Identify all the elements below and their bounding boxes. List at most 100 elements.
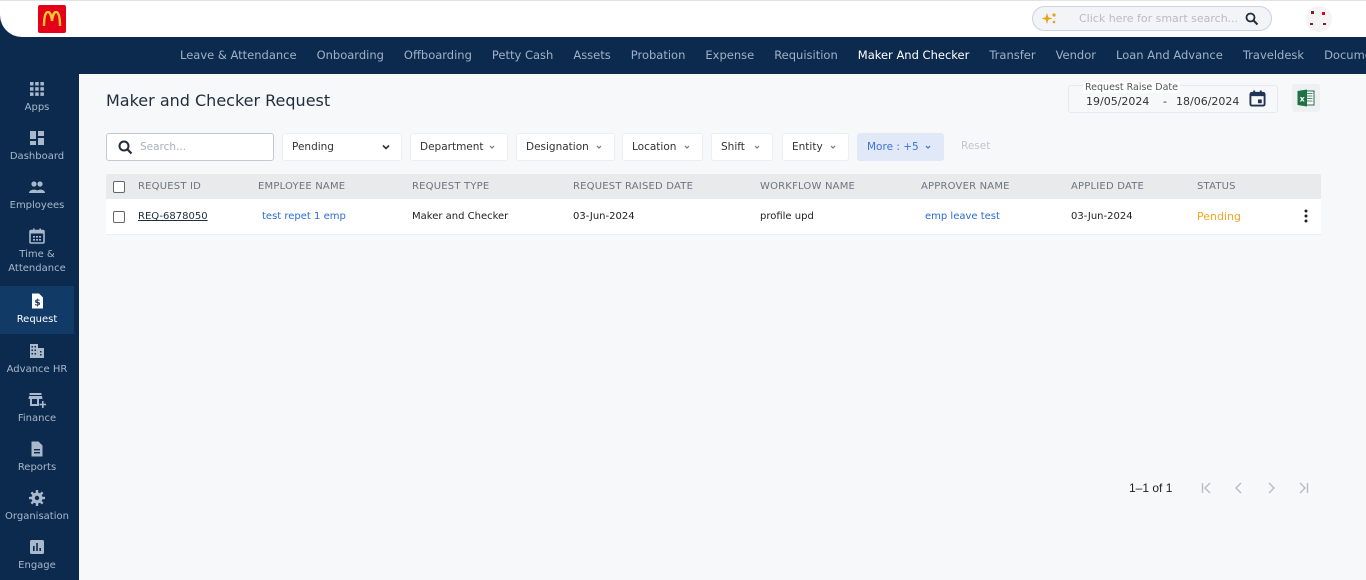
chevron-down-icon [382, 144, 390, 150]
module-nav-petty-cash[interactable]: Petty Cash [482, 48, 563, 62]
sidebar-item-label: Dashboard [9, 151, 65, 162]
company-logo[interactable] [38, 5, 66, 33]
date-separator: - [1163, 95, 1167, 108]
dashboard-icon [30, 131, 44, 145]
search-input[interactable] [140, 141, 260, 153]
module-nav-maker-and-checker[interactable]: Maker And Checker [848, 48, 980, 62]
module-nav-onboarding[interactable]: Onboarding [307, 48, 394, 62]
module-nav-assets[interactable]: Assets [563, 48, 620, 62]
sidebar-item-apps[interactable]: Apps [0, 80, 74, 115]
sidebar-item-engage[interactable]: Engage [0, 538, 74, 573]
shift-filter-label: Shift [721, 141, 745, 153]
chevron-down-icon [596, 145, 602, 149]
smart-search-placeholder: Click here for smart search... [1079, 12, 1239, 25]
module-nav-transfer[interactable]: Transfer [979, 48, 1045, 62]
module-nav-probation[interactable]: Probation [621, 48, 696, 62]
sidebar-item-reports[interactable]: Reports [0, 440, 74, 475]
sidebar-item-label: Request [16, 314, 58, 325]
module-nav-traveldesk[interactable]: Traveldesk [1233, 48, 1314, 62]
bar-chart-icon [30, 540, 44, 554]
entity-filter-label: Entity [792, 141, 823, 153]
location-filter-dropdown[interactable]: Location [622, 133, 703, 161]
more-filters-label: More : +5 [867, 141, 919, 153]
page-title: Maker and Checker Request [106, 91, 331, 110]
column-header-workflow-name[interactable]: WORKFLOW NAME [760, 181, 855, 192]
workflow-name-cell: profile upd [760, 211, 814, 222]
module-nav-vendor[interactable]: Vendor [1046, 48, 1106, 62]
request-dollar-icon: $ [32, 293, 43, 309]
column-header-request-id[interactable]: REQUEST ID [138, 181, 201, 192]
department-filter-dropdown[interactable]: Department [410, 133, 508, 161]
first-page-icon[interactable] [1199, 480, 1215, 496]
select-all-checkbox[interactable] [113, 180, 125, 193]
svg-text:$: $ [34, 299, 40, 309]
request-type-cell: Maker and Checker [412, 211, 509, 222]
module-nav-loan-and-advance[interactable]: Loan And Advance [1106, 48, 1233, 62]
sidebar-item-advance-hr[interactable]: Advance HR [0, 342, 74, 377]
module-nav-offboarding[interactable]: Offboarding [394, 48, 482, 62]
chevron-down-icon [489, 145, 495, 149]
chevron-down-icon [925, 145, 931, 149]
more-filters-dropdown[interactable]: More : +5 [857, 133, 944, 161]
chevron-down-icon [754, 145, 760, 149]
sidebar-item-time-attendance[interactable]: Time & Attendance [0, 227, 74, 276]
user-avatar[interactable] [1306, 6, 1332, 32]
sidebar-item-dashboard[interactable]: Dashboard [0, 129, 74, 164]
approver-name-link[interactable]: emp leave test [925, 211, 1000, 222]
sidebar-item-label: Employees [9, 200, 65, 211]
module-nav-document[interactable]: Document [1314, 48, 1366, 62]
sidebar-item-label: Advance HR [6, 364, 68, 375]
shift-filter-dropdown[interactable]: Shift [711, 133, 773, 161]
sidebar-item-organisation[interactable]: Organisation [0, 489, 74, 524]
request-id-link[interactable]: REQ-6878050 [138, 211, 208, 222]
module-nav: Leave & Attendance Onboarding Offboardin… [170, 37, 1366, 73]
main-content: Maker and Checker Request Request Raise … [79, 74, 1366, 580]
column-header-applied-date[interactable]: APPLIED DATE [1071, 181, 1144, 192]
smart-search-bar[interactable]: Click here for smart search... [1032, 6, 1272, 31]
date-to-input[interactable]: 18/06/2024 [1176, 95, 1239, 108]
document-icon [31, 441, 43, 457]
sidebar-item-label: Reports [17, 462, 57, 473]
calendar-picker-icon[interactable] [1249, 90, 1266, 107]
sidebar-item-label: Time & Attendance [8, 249, 66, 274]
location-filter-label: Location [632, 141, 677, 153]
sidebar-item-label: Finance [17, 413, 57, 424]
reset-filters-button[interactable]: Reset [961, 140, 990, 152]
sidebar-item-employees[interactable]: Employees [0, 178, 74, 213]
column-header-request-raised-date[interactable]: REQUEST RAISED DATE [573, 181, 693, 192]
previous-page-icon[interactable] [1231, 480, 1247, 496]
chevron-down-icon [830, 145, 836, 149]
search-icon [118, 140, 133, 154]
employee-name-link[interactable]: test repet 1 emp [262, 211, 346, 222]
column-header-employee-name[interactable]: EMPLOYEE NAME [258, 181, 345, 192]
column-header-status[interactable]: STATUS [1197, 181, 1236, 192]
sidebar: Apps Dashboard Employees Time & Attendan… [0, 74, 79, 580]
entity-filter-dropdown[interactable]: Entity [782, 133, 849, 161]
request-raise-date-range[interactable]: Request Raise Date 19/05/2024 - 18/06/20… [1068, 82, 1278, 113]
search-icon[interactable] [1245, 12, 1259, 26]
more-actions-icon[interactable] [1301, 208, 1311, 224]
pagination-range: 1–1 of 1 [1129, 481, 1173, 495]
status-badge: Pending [1197, 210, 1241, 223]
module-nav-expense[interactable]: Expense [695, 48, 764, 62]
search-field[interactable] [106, 133, 274, 161]
row-checkbox[interactable] [113, 210, 125, 223]
excel-icon: x [1297, 89, 1315, 107]
sidebar-item-finance[interactable]: Finance [0, 391, 74, 426]
module-nav-requisition[interactable]: Requisition [764, 48, 848, 62]
status-filter-dropdown[interactable]: Pending [282, 133, 402, 161]
module-nav-leave-attendance[interactable]: Leave & Attendance [170, 48, 307, 62]
applied-date-cell: 03-Jun-2024 [1071, 211, 1133, 222]
apps-grid-icon [30, 82, 44, 96]
last-page-icon[interactable] [1295, 480, 1311, 496]
export-excel-button[interactable]: x [1292, 84, 1320, 112]
column-header-approver-name[interactable]: APPROVER NAME [921, 181, 1010, 192]
column-header-request-type[interactable]: REQUEST TYPE [412, 181, 489, 192]
sidebar-item-request[interactable]: $ Request [0, 286, 74, 334]
designation-filter-dropdown[interactable]: Designation [516, 133, 615, 161]
svg-text:x: x [1300, 94, 1306, 103]
calendar-icon [29, 228, 45, 244]
table-header: REQUEST ID EMPLOYEE NAME REQUEST TYPE RE… [106, 174, 1321, 199]
next-page-icon[interactable] [1263, 480, 1279, 496]
date-from-input[interactable]: 19/05/2024 [1086, 95, 1149, 108]
